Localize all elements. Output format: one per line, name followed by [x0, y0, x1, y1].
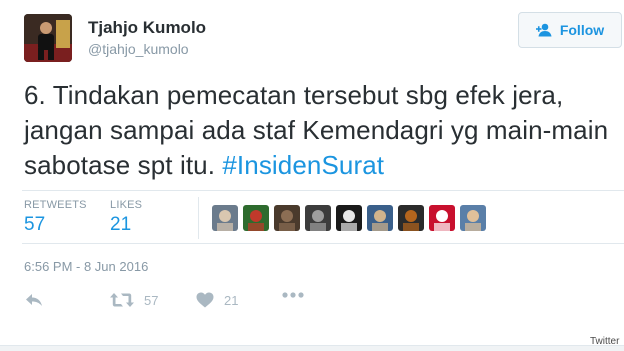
- liker-avatar-4[interactable]: [305, 205, 331, 231]
- avatar-image: [24, 14, 72, 62]
- liker-avatar-5-image: [336, 205, 362, 231]
- liker-avatar-9[interactable]: [460, 205, 486, 231]
- liker-avatar-3-image: [274, 205, 300, 231]
- liker-avatar-8-image: [429, 205, 455, 231]
- retweets-count: 57: [24, 214, 46, 235]
- more-icon: [282, 292, 304, 298]
- liker-avatar-6-image: [367, 205, 393, 231]
- likes-label: LIKES: [110, 199, 143, 211]
- user-handle[interactable]: @tjahjo_kumolo: [88, 41, 189, 57]
- follow-button[interactable]: Follow: [518, 12, 622, 48]
- retweet-icon: [110, 293, 134, 307]
- retweet-count: 57: [144, 292, 159, 308]
- liker-avatar-4-image: [305, 205, 331, 231]
- liker-avatar-2[interactable]: [243, 205, 269, 231]
- liker-avatar-7-image: [398, 205, 424, 231]
- retweets-stat[interactable]: RETWEETS 57: [24, 199, 87, 236]
- liker-avatar-6[interactable]: [367, 205, 393, 231]
- tweet-stats: RETWEETS 57 LIKES 21: [22, 190, 624, 244]
- tweet-text: 6. Tindakan pemecatan tersebut sbg efek …: [24, 78, 620, 183]
- likes-stat[interactable]: LIKES 21: [110, 199, 142, 236]
- reply-button[interactable]: [24, 292, 44, 308]
- display-name[interactable]: Tjahjo Kumolo: [88, 18, 206, 38]
- retweet-button[interactable]: 57: [110, 292, 158, 308]
- liker-avatar-3[interactable]: [274, 205, 300, 231]
- reply-icon: [26, 294, 42, 306]
- follow-button-label: Follow: [559, 22, 605, 38]
- page-bottom-bar: [0, 345, 624, 351]
- source-watermark: Twitter: [590, 336, 620, 347]
- liker-avatar-1-image: [212, 205, 238, 231]
- likes-count: 21: [110, 214, 132, 235]
- liker-avatar-8[interactable]: [429, 205, 455, 231]
- add-user-icon: [535, 23, 552, 37]
- stats-divider: [198, 197, 199, 239]
- liker-avatar-9-image: [460, 205, 486, 231]
- like-count: 21: [224, 292, 239, 308]
- retweets-label: RETWEETS: [24, 199, 87, 211]
- liker-avatar-1[interactable]: [212, 205, 238, 231]
- liker-avatar-5[interactable]: [336, 205, 362, 231]
- tweet-timestamp[interactable]: 6:56 PM - 8 Jun 2016: [24, 259, 148, 274]
- hashtag-link[interactable]: #InsidenSurat: [222, 150, 384, 180]
- avatar[interactable]: [24, 14, 72, 62]
- like-button[interactable]: 21: [196, 292, 238, 308]
- heart-icon: [196, 292, 214, 308]
- more-options-button[interactable]: [282, 292, 304, 298]
- liker-avatar-2-image: [243, 205, 269, 231]
- liker-avatar-7[interactable]: [398, 205, 424, 231]
